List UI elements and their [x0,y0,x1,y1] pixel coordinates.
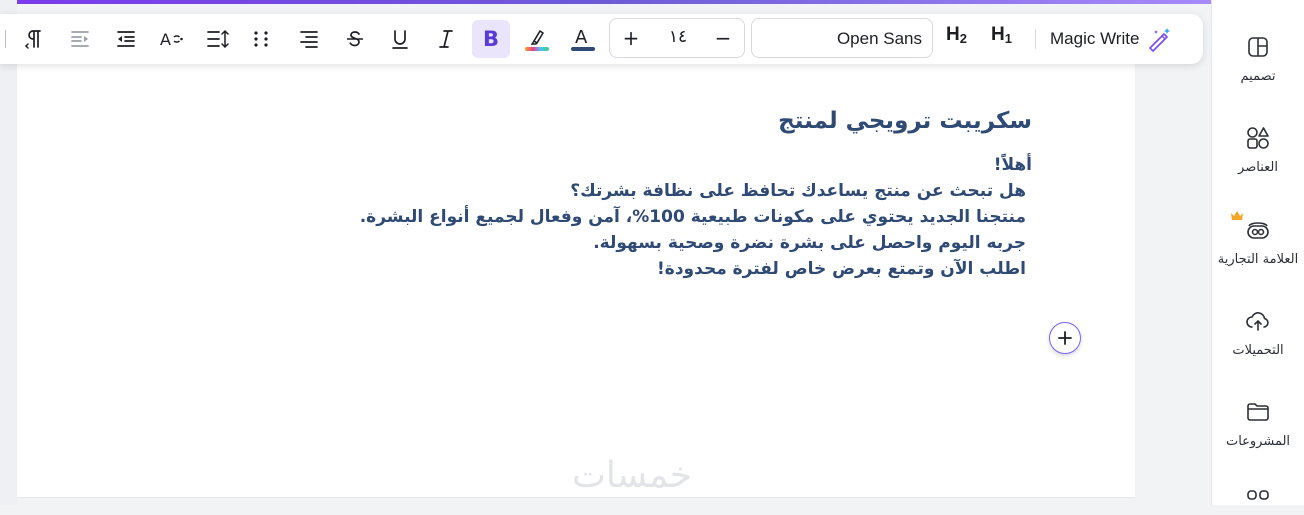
font-family-value: Open Sans [836,29,922,48]
sidebar-item-label: تصميم [1240,69,1276,84]
heading-2-button[interactable]: H2 [946,24,967,46]
crown-icon [1231,211,1243,220]
italic-button[interactable] [427,20,465,58]
paragraph-direction-icon [24,30,41,49]
underline-icon [392,30,408,49]
align-right-icon [300,31,318,48]
watermark-logo: خمسات [572,455,693,496]
list-button[interactable] [244,20,282,58]
sidebar-item-label: العلامة التجارية [1217,252,1299,267]
font-size-increase-button[interactable]: + [616,23,646,53]
heading-1-button[interactable]: H1 [991,24,1012,46]
heading-1-label: H [991,24,1005,45]
elements-icon [1244,124,1272,152]
layout-icon-svg [1248,37,1268,57]
sidebar-item-uploads[interactable]: التحميلات [1212,307,1304,358]
sidebar-item-label: العناصر [1238,160,1278,175]
sidebar-item-label: المشروعات [1225,434,1291,449]
svg-text:A: A [160,30,171,49]
brand-icon-svg [1247,222,1269,239]
font-size-decrease-button[interactable]: − [708,23,738,53]
strikethrough-icon [347,31,363,47]
line-spacing-icon [207,29,229,49]
folder-icon-svg [1247,403,1269,421]
side-panel: تصميم العناصر العلامة التجارية التحميلات… [1211,0,1304,505]
document-line[interactable]: هل تبحث عن منتج يساعدك تحافظ على نظافة ب… [312,178,1032,204]
font-family-select[interactable]: Open Sans [751,18,933,58]
sidebar-item-label: التحميلات [1232,343,1284,358]
toolbar-edge-divider [5,30,6,48]
highlighter-icon [525,30,549,51]
text-direction-button[interactable] [16,20,54,58]
document-line[interactable]: منتجنا الجديد يحتوي على مكونات طبيعية 10… [312,204,1032,230]
sidebar-item-design[interactable]: تصميم [1212,33,1304,84]
highlight-color-button[interactable] [518,20,556,58]
document-line[interactable]: جربه اليوم واحصل على بشرة نضرة وصحية بسه… [312,230,1032,256]
brand-icon [1244,216,1272,244]
indent-icon [71,31,89,47]
text-color-button[interactable]: A [564,20,602,58]
align-right-button[interactable] [290,20,328,58]
bullet-list-icon [254,31,268,47]
magic-write-label: Magic Write [1050,29,1140,48]
toolbar-divider [1035,29,1036,49]
line-spacing-button[interactable] [199,20,237,58]
layout-icon [1244,33,1272,61]
text-color-icon: A [571,27,595,51]
sidebar-item-elements[interactable]: العناصر [1212,124,1304,175]
document-title[interactable]: سكريبت ترويجي لمنتج [312,108,1032,134]
outdent-icon [117,31,135,47]
add-element-button[interactable] [1049,322,1081,354]
heading-1-level: 1 [1004,31,1012,46]
font-size-stepper[interactable]: + ١٤ − [609,18,745,58]
font-size-input[interactable]: ١٤ [650,27,706,47]
apps-icon [1244,487,1272,515]
magic-wand-icon [1149,28,1171,52]
strikethrough-button[interactable] [336,20,374,58]
left-strip [0,0,17,505]
document-line[interactable]: اطلب الآن وتمتع بعرض خاص لفترة محدودة! [312,256,1032,282]
letter-spacing-button[interactable]: A [153,20,191,58]
text-document[interactable]: سكريبت ترويجي لمنتج أهلاً! هل تبحث عن من… [312,108,1032,282]
heading-2-label: H [946,24,960,45]
sidebar-item-projects[interactable]: المشروعات [1212,398,1304,449]
upload-cloud-icon [1244,307,1272,335]
italic-icon [439,30,453,48]
bold-button[interactable]: B [472,20,510,58]
design-canvas[interactable]: سكريبت ترويجي لمنتج أهلاً! هل تبحث عن من… [17,60,1135,498]
sidebar-item-apps[interactable] [1212,487,1304,515]
text-toolbar: A B A + ١٤ − Open Sans H2 H1 Magic Write [0,14,1203,64]
bold-icon: B [482,27,499,51]
magic-write-button[interactable]: Magic Write [1050,20,1173,58]
svg-text:A: A [575,27,588,48]
apps-icon-svg [1247,490,1269,500]
outdent-button[interactable] [107,20,145,58]
underline-button[interactable] [381,20,419,58]
sidebar-item-brand[interactable]: العلامة التجارية [1212,211,1304,267]
heading-2-level: 2 [959,31,967,46]
upload-cloud-icon-svg [1246,312,1269,331]
indent-button[interactable] [61,20,99,58]
folder-icon [1244,398,1272,426]
letter-case-icon: A [160,30,183,49]
elements-icon-svg [1247,127,1269,149]
plus-icon [1058,331,1072,345]
document-line[interactable]: أهلاً! [312,152,1032,178]
top-accent-bar [0,0,1212,4]
